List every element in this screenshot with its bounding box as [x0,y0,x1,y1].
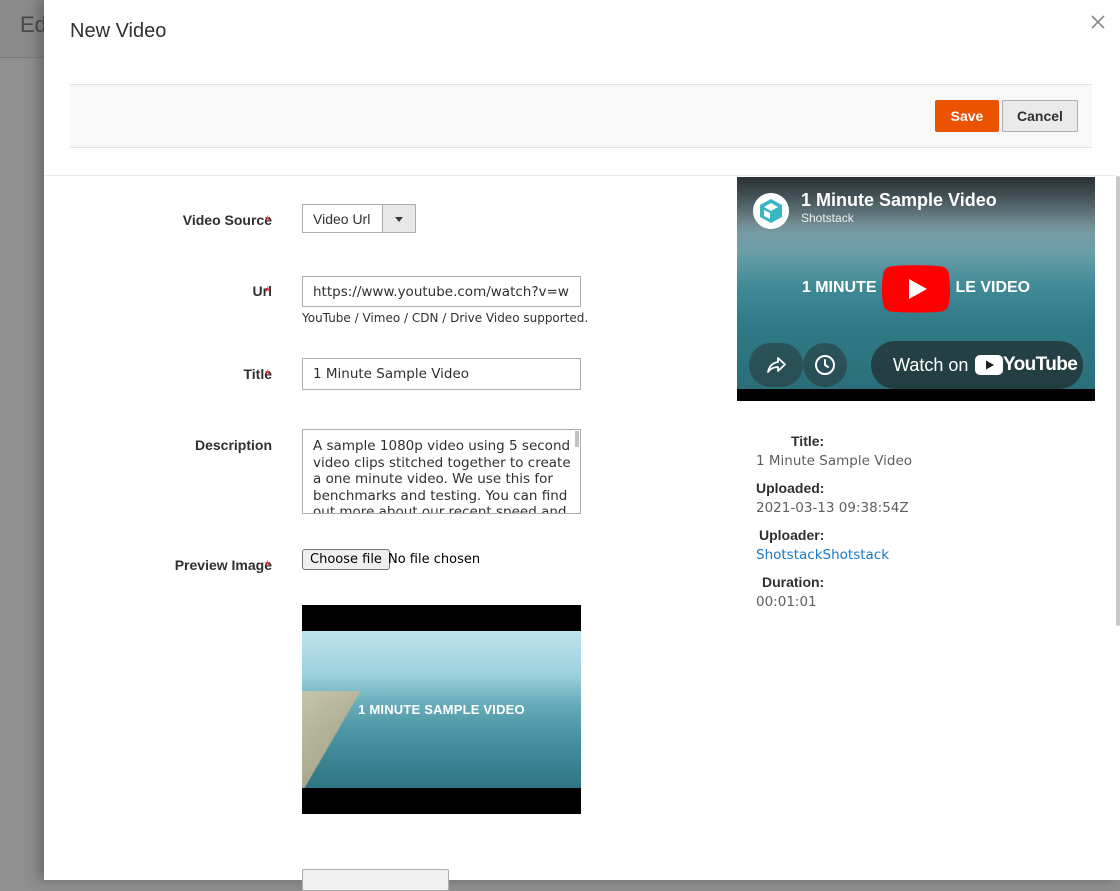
close-icon[interactable] [1088,12,1108,32]
meta-uploader-label: Uploader: [759,527,825,543]
video-source-label: Video Source [182,212,272,228]
video-source-value: Video Url [313,211,371,227]
player-caption-right: LE VIDEO [955,279,1031,296]
partial-button[interactable] [302,869,449,891]
watch-on-text: Watch on [893,355,969,375]
url-input[interactable] [302,276,581,307]
watch-on-youtube-button[interactable]: Watch on YouTube [871,341,1083,389]
player-caption-left: 1 MINUTE [801,279,877,296]
share-button[interactable] [749,343,803,387]
meta-duration-value: 00:01:01 [756,594,817,610]
video-player[interactable]: 1 Minute Sample Video Shotstack 1 MINUTE… [737,177,1095,401]
clock-icon [815,355,835,375]
chevron-down-icon[interactable] [382,205,415,232]
title-label: Title [243,366,272,382]
channel-avatar-icon[interactable] [753,193,789,229]
required-marker: * [265,366,271,382]
player-video-title[interactable]: 1 Minute Sample Video [801,190,997,211]
modal-scrollbar-thumb[interactable] [1116,176,1120,626]
required-marker: * [265,212,271,228]
url-label: Url [252,283,272,299]
youtube-logo-icon [975,355,1003,375]
choose-file-button[interactable]: Choose file [302,549,390,570]
video-source-select[interactable]: Video Url [302,204,416,233]
modal-title: New Video [70,20,167,42]
cancel-button[interactable]: Cancel [1002,100,1078,132]
description-text: A sample 1080p video using 5 second vide… [313,438,571,514]
file-status-text: No file chosen [388,552,481,567]
textarea-scrollbar[interactable] [575,431,579,447]
meta-duration-label: Duration: [762,574,825,590]
new-video-modal: New Video Save Cancel Video Source * Vid… [44,0,1120,891]
meta-uploader-link[interactable]: ShotstackShotstack [756,547,889,563]
save-button[interactable]: Save [935,100,999,132]
meta-title-label: Title: [791,433,825,449]
meta-uploaded-value: 2021-03-13 09:38:54Z [756,500,909,516]
required-marker: * [265,557,271,573]
share-icon [767,357,786,373]
thumbnail-image: 1 MINUTE SAMPLE VIDEO [302,631,581,788]
youtube-wordmark: YouTube [1003,354,1078,375]
url-help-text: YouTube / Vimeo / CDN / Drive Video supp… [302,311,589,325]
meta-uploaded-label: Uploaded: [756,480,825,496]
player-channel-name[interactable]: Shotstack [801,211,854,225]
modal-action-bar: Save Cancel [70,84,1092,148]
background-page-title: Ed [20,12,47,37]
play-icon[interactable] [882,265,950,313]
description-label: Description [194,437,272,453]
meta-title-value: 1 Minute Sample Video [756,453,913,469]
preview-thumbnail: 1 MINUTE SAMPLE VIDEO [302,605,581,814]
preview-image-label: Preview Image [174,557,272,573]
description-textarea[interactable]: A sample 1080p video using 5 second vide… [302,429,581,514]
title-input[interactable] [302,358,581,390]
required-marker: * [265,283,271,299]
watch-later-button[interactable] [803,343,847,387]
thumbnail-caption: 1 MINUTE SAMPLE VIDEO [358,702,525,717]
divider [44,175,1120,176]
